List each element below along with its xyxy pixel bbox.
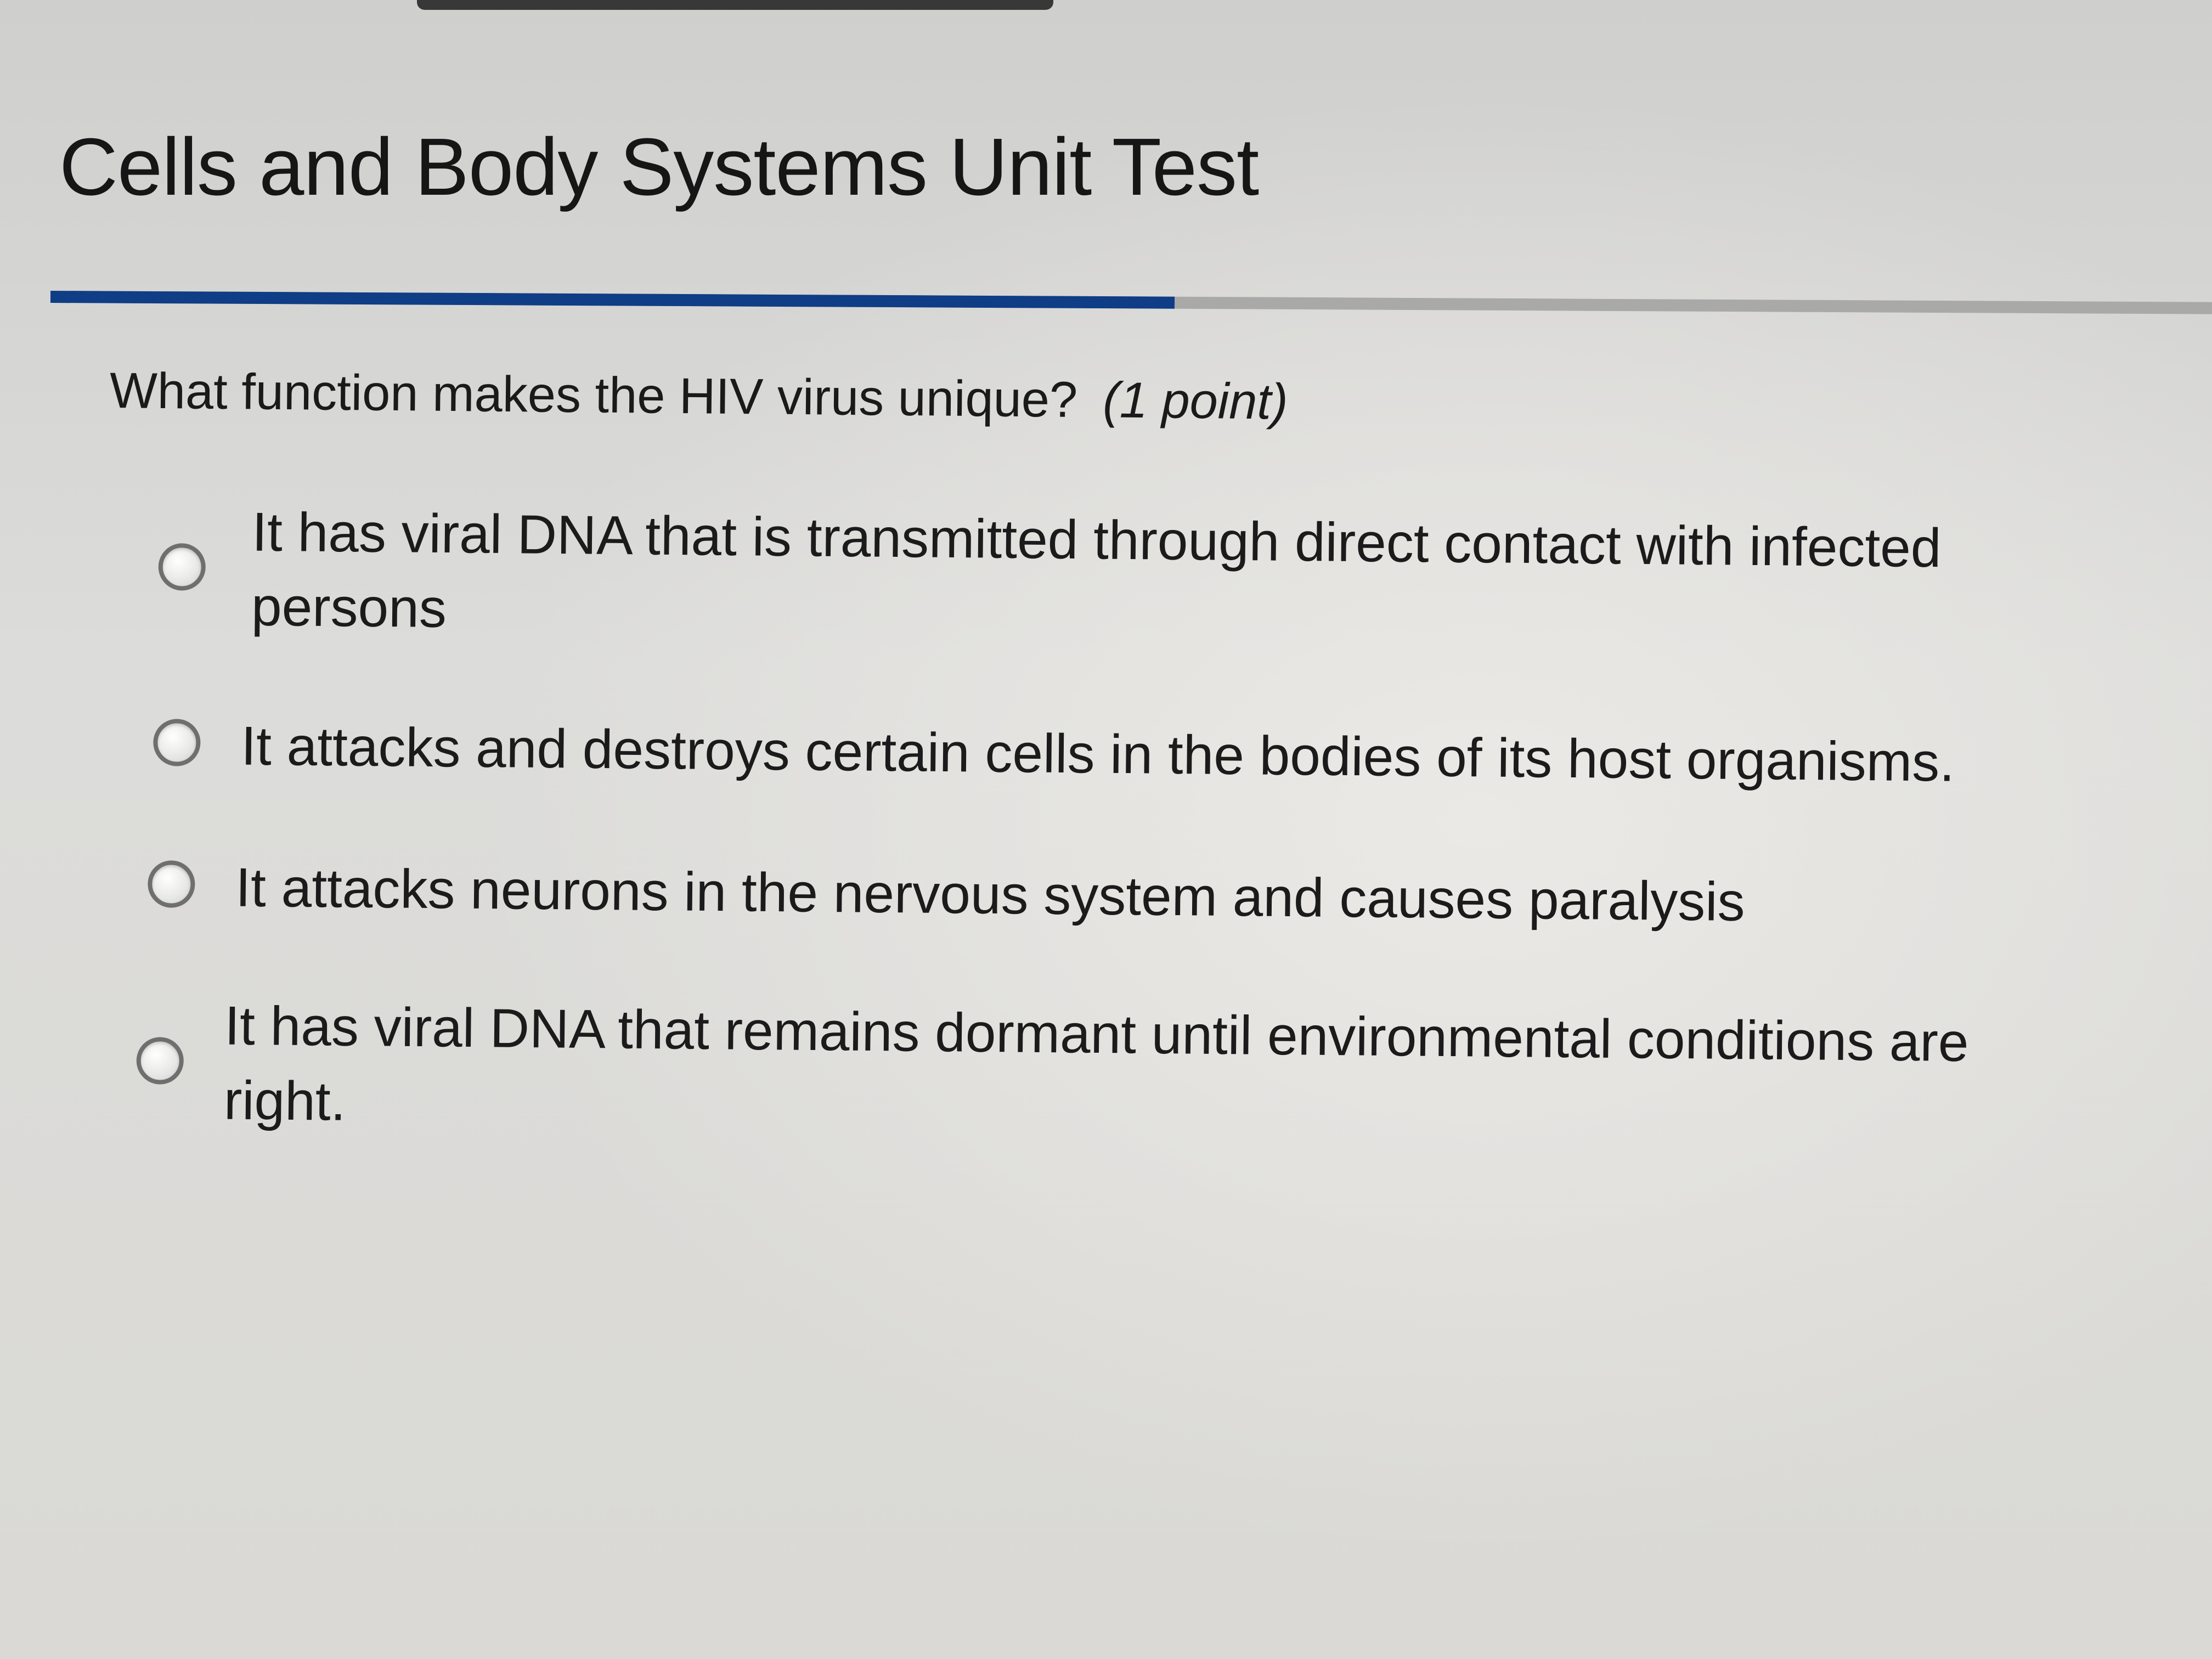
photo-background xyxy=(0,0,2212,1659)
cropped-header-text-shape xyxy=(417,0,1053,10)
question-points: (1 point) xyxy=(1102,372,1289,430)
radio-button-icon[interactable] xyxy=(147,860,195,908)
question-prompt-row: What function makes the HIV virus unique… xyxy=(109,362,1289,431)
answer-option-label[interactable]: It has viral DNA that is transmitted thr… xyxy=(251,495,1942,661)
answer-option-label[interactable]: It attacks neurons in the nervous system… xyxy=(235,850,1746,939)
question-prompt: What function makes the HIV virus unique… xyxy=(109,363,1078,428)
page-title: Cells and Body Systems Unit Test xyxy=(59,122,1259,212)
cropped-header-strip xyxy=(0,0,2212,16)
answer-option-label-line: It attacks neurons in the nervous system… xyxy=(235,856,1746,933)
radio-button-icon[interactable] xyxy=(158,543,206,591)
radio-button-icon[interactable] xyxy=(153,719,201,766)
radio-button-icon[interactable] xyxy=(136,1037,184,1085)
answer-option-label[interactable]: It has viral DNA that remains dormant un… xyxy=(223,989,1969,1155)
